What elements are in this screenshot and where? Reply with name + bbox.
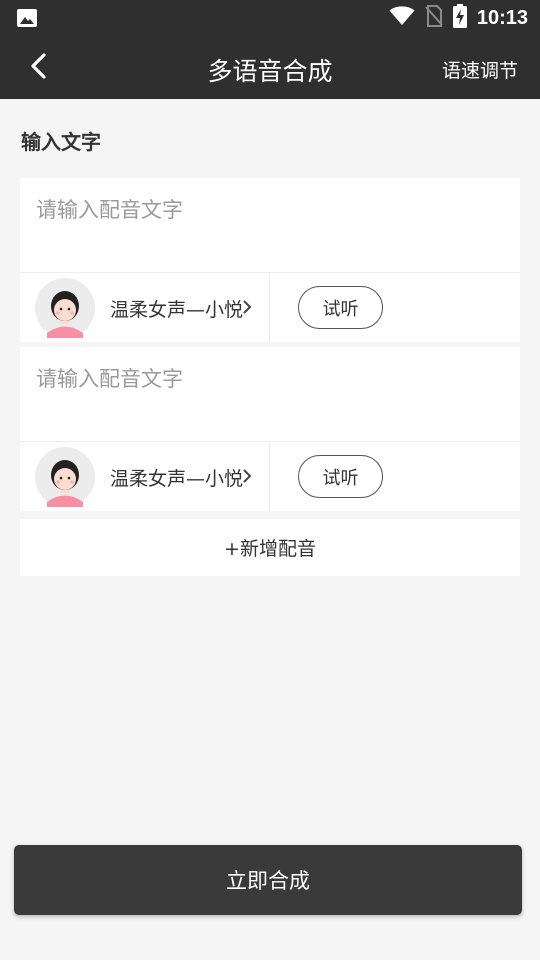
avatar bbox=[35, 447, 95, 507]
voice-selector[interactable]: 温柔女声—小悦 bbox=[20, 273, 270, 342]
speed-adjust-button[interactable]: 语速调节 bbox=[442, 56, 518, 83]
dubbing-text-input[interactable] bbox=[20, 347, 520, 437]
battery-charging-icon bbox=[452, 4, 467, 32]
try-listen-button[interactable]: 试听 bbox=[298, 455, 383, 498]
avatar bbox=[35, 278, 95, 338]
input-text-label: 输入文字 bbox=[21, 130, 101, 154]
synthesize-button[interactable]: 立即合成 bbox=[14, 845, 522, 915]
status-time: 10:13 bbox=[476, 6, 528, 29]
wifi-icon bbox=[389, 6, 415, 30]
voice-name: 温柔女声—小悦 bbox=[110, 299, 244, 321]
voice-row: 温柔女声—小悦 试听 bbox=[20, 272, 520, 342]
chevron-right-icon bbox=[242, 468, 252, 484]
dubbing-text-input[interactable] bbox=[20, 178, 520, 268]
add-dubbing-button[interactable]: +新增配音 bbox=[20, 519, 520, 576]
top-bar: 10:13 多语音合成 语速调节 bbox=[0, 0, 540, 99]
status-icons: 10:13 bbox=[389, 4, 528, 32]
no-sim-icon bbox=[425, 5, 443, 31]
app-bar: 多语音合成 语速调节 bbox=[0, 36, 540, 99]
voice-row: 温柔女声—小悦 试听 bbox=[20, 441, 520, 511]
dubbing-card: 温柔女声—小悦 试听 bbox=[20, 178, 520, 342]
gallery-icon bbox=[16, 8, 38, 28]
voice-selector[interactable]: 温柔女声—小悦 bbox=[20, 442, 270, 511]
chevron-right-icon bbox=[242, 299, 252, 315]
try-listen-button[interactable]: 试听 bbox=[298, 286, 383, 329]
dubbing-card: 温柔女声—小悦 试听 bbox=[20, 347, 520, 511]
status-bar: 10:13 bbox=[0, 0, 540, 36]
voice-name: 温柔女声—小悦 bbox=[110, 468, 244, 490]
